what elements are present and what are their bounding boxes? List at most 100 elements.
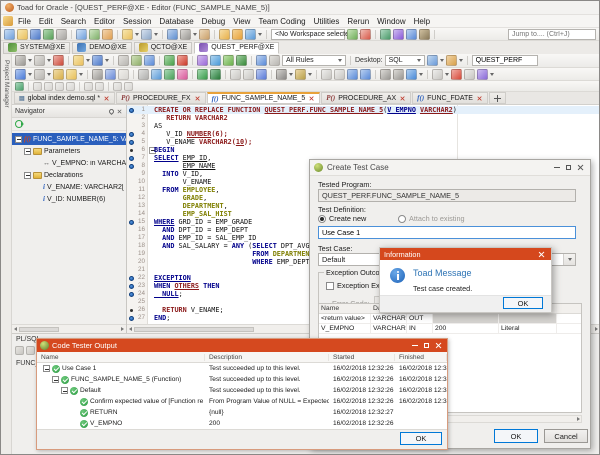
new-tab-button[interactable]	[489, 92, 506, 104]
information-titlebar[interactable]: Information	[380, 248, 551, 260]
debug-toggle-icon[interactable]	[210, 55, 221, 66]
compile-file-icon[interactable]	[15, 69, 26, 80]
open-sql-icon[interactable]	[73, 55, 84, 66]
parameter-row-return-value[interactable]: <return value>VARCHAR2OUT	[319, 314, 581, 324]
spool-sql-icon[interactable]	[464, 69, 475, 80]
compare-files-icon[interactable]	[199, 29, 210, 40]
session-info-dropdown-icon[interactable]	[258, 33, 262, 36]
navigator-item-func-sample-name-5-varc[interactable]: f()FUNC_SAMPLE_NAME_5: VARC	[12, 133, 126, 145]
parameter-row-v-empno[interactable]: V_EMPNOVARCHAR2IN200Literal	[319, 324, 581, 334]
workspace-combobox[interactable]: <No Workspace selected>	[271, 29, 345, 40]
execute-statement-dropdown-icon[interactable]	[28, 59, 32, 62]
expand-collapse-icon[interactable]	[61, 387, 68, 394]
query-builder-icon[interactable]	[15, 82, 24, 91]
compile-icon[interactable]	[164, 55, 175, 66]
feedback-icon[interactable]	[393, 29, 404, 40]
disabled-2-icon[interactable]	[44, 82, 53, 91]
save-sql-icon[interactable]	[92, 55, 103, 66]
format-code-icon[interactable]	[66, 69, 77, 80]
navigator-item-v-ename-varchar2[interactable]: iV_ENAME: VARCHAR2[	[12, 181, 126, 193]
open-file-icon[interactable]	[17, 29, 28, 40]
maximize-icon[interactable]	[566, 165, 571, 170]
menu-database[interactable]: Database	[155, 16, 197, 27]
code-tester-titlebar[interactable]: Code Tester Output	[37, 339, 447, 352]
navigator-item-v-id-number-6[interactable]: iV_ID: NUMBER(6)	[12, 193, 126, 205]
menu-file[interactable]: File	[14, 16, 35, 27]
text-options-icon[interactable]	[180, 29, 191, 40]
menu-window[interactable]: Window	[373, 16, 409, 27]
disabled-4-icon[interactable]	[66, 82, 75, 91]
redo-icon[interactable]	[131, 55, 142, 66]
connection-tab-qcto-xe[interactable]: QCTO@XE	[134, 42, 193, 54]
halt-execution-icon[interactable]	[53, 55, 64, 66]
session-info-icon[interactable]	[245, 29, 256, 40]
execution-point-icon[interactable]	[129, 284, 134, 289]
compile-file-dropdown-icon[interactable]	[28, 73, 32, 76]
find-icon[interactable]	[276, 69, 287, 80]
chevron-down-icon[interactable]	[563, 254, 575, 265]
schema-input[interactable]	[472, 55, 538, 66]
find-dropdown-icon[interactable]	[289, 73, 293, 76]
cancel-button[interactable]: Cancel	[544, 429, 588, 443]
nav-back-icon[interactable]	[321, 69, 332, 80]
jump-to-input[interactable]	[508, 29, 596, 40]
sql-tuning-icon[interactable]	[451, 69, 462, 80]
statistics-icon[interactable]	[177, 69, 188, 80]
column-started[interactable]: Started	[329, 354, 395, 361]
document-tab-global-index-demo-sql[interactable]: ▤global index demo.sql *	[14, 92, 115, 104]
new-editor-icon[interactable]	[167, 29, 178, 40]
all-rules-combobox[interactable]: All Rules	[282, 55, 346, 66]
ok-button[interactable]: OK	[503, 297, 543, 309]
close-tab-icon[interactable]	[477, 95, 482, 100]
code-analysis-icon[interactable]	[164, 69, 175, 80]
analyze-green-icon[interactable]	[197, 69, 208, 80]
delete-desktop-icon[interactable]	[446, 55, 457, 66]
options-icon[interactable]	[406, 29, 417, 40]
explain-plan-icon[interactable]	[477, 69, 488, 80]
save-file-icon[interactable]	[30, 29, 41, 40]
column-description[interactable]: Description	[205, 354, 329, 361]
disabled-8-icon[interactable]	[124, 82, 133, 91]
disabled-6-icon[interactable]	[95, 82, 104, 91]
document-tab-func-fdate[interactable]: f()FUNC_FDATE	[412, 92, 488, 104]
export-data-icon[interactable]	[53, 69, 64, 80]
tester-row-func-sample-name-5-function[interactable]: FUNC_SAMPLE_NAME_5 (Function)Test succee…	[37, 374, 447, 385]
column-finished[interactable]: Finished	[395, 354, 447, 361]
scroll-thumb[interactable]	[134, 327, 254, 332]
disabled-3-icon[interactable]	[55, 82, 64, 91]
refactor-icon[interactable]	[432, 69, 443, 80]
save-result-icon[interactable]	[15, 346, 24, 355]
schema-browser-icon[interactable]	[89, 29, 100, 40]
column-header[interactable]: Name	[319, 304, 371, 313]
compile-deps-dropdown-icon[interactable]	[47, 73, 51, 76]
refresh-icon[interactable]	[15, 120, 23, 128]
goto-line-icon[interactable]	[347, 69, 358, 80]
undo-icon[interactable]	[118, 55, 129, 66]
column-name[interactable]: Name	[37, 354, 205, 361]
outdent-icon[interactable]	[393, 69, 404, 80]
comment-block-icon[interactable]	[406, 69, 417, 80]
describe-a-icon[interactable]	[230, 69, 241, 80]
ok-button[interactable]: OK	[400, 432, 442, 445]
minimize-icon[interactable]	[554, 167, 560, 169]
execute-script-icon[interactable]	[34, 55, 45, 66]
minimize-icon[interactable]	[412, 345, 418, 347]
navigator-item-parameters[interactable]: Parameters	[12, 145, 126, 157]
pin-icon[interactable]	[108, 107, 115, 114]
doc-generator-icon[interactable]	[151, 69, 162, 80]
open-recent-icon[interactable]	[122, 29, 133, 40]
tester-row-confirm-expected-value-of-function-return-value[interactable]: Confirm expected value of [Function retu…	[37, 396, 447, 407]
execution-point-icon[interactable]	[129, 164, 134, 169]
find-next-icon[interactable]	[295, 69, 306, 80]
save-sql-dropdown-icon[interactable]	[105, 59, 109, 62]
snippet-icon[interactable]	[144, 55, 155, 66]
codexpert-rules-icon[interactable]	[256, 55, 267, 66]
navigator-toggle-icon[interactable]	[138, 69, 149, 80]
navigator-item-declarations[interactable]: Declarations	[12, 169, 126, 181]
stop-compile-icon[interactable]	[177, 55, 188, 66]
menu-view[interactable]: View	[229, 16, 254, 27]
menu-help[interactable]: Help	[410, 16, 434, 27]
ok-button[interactable]: OK	[494, 429, 538, 443]
scroll-right-icon[interactable]	[595, 327, 598, 331]
project-manager-strip[interactable]: Project Manager	[1, 54, 12, 454]
